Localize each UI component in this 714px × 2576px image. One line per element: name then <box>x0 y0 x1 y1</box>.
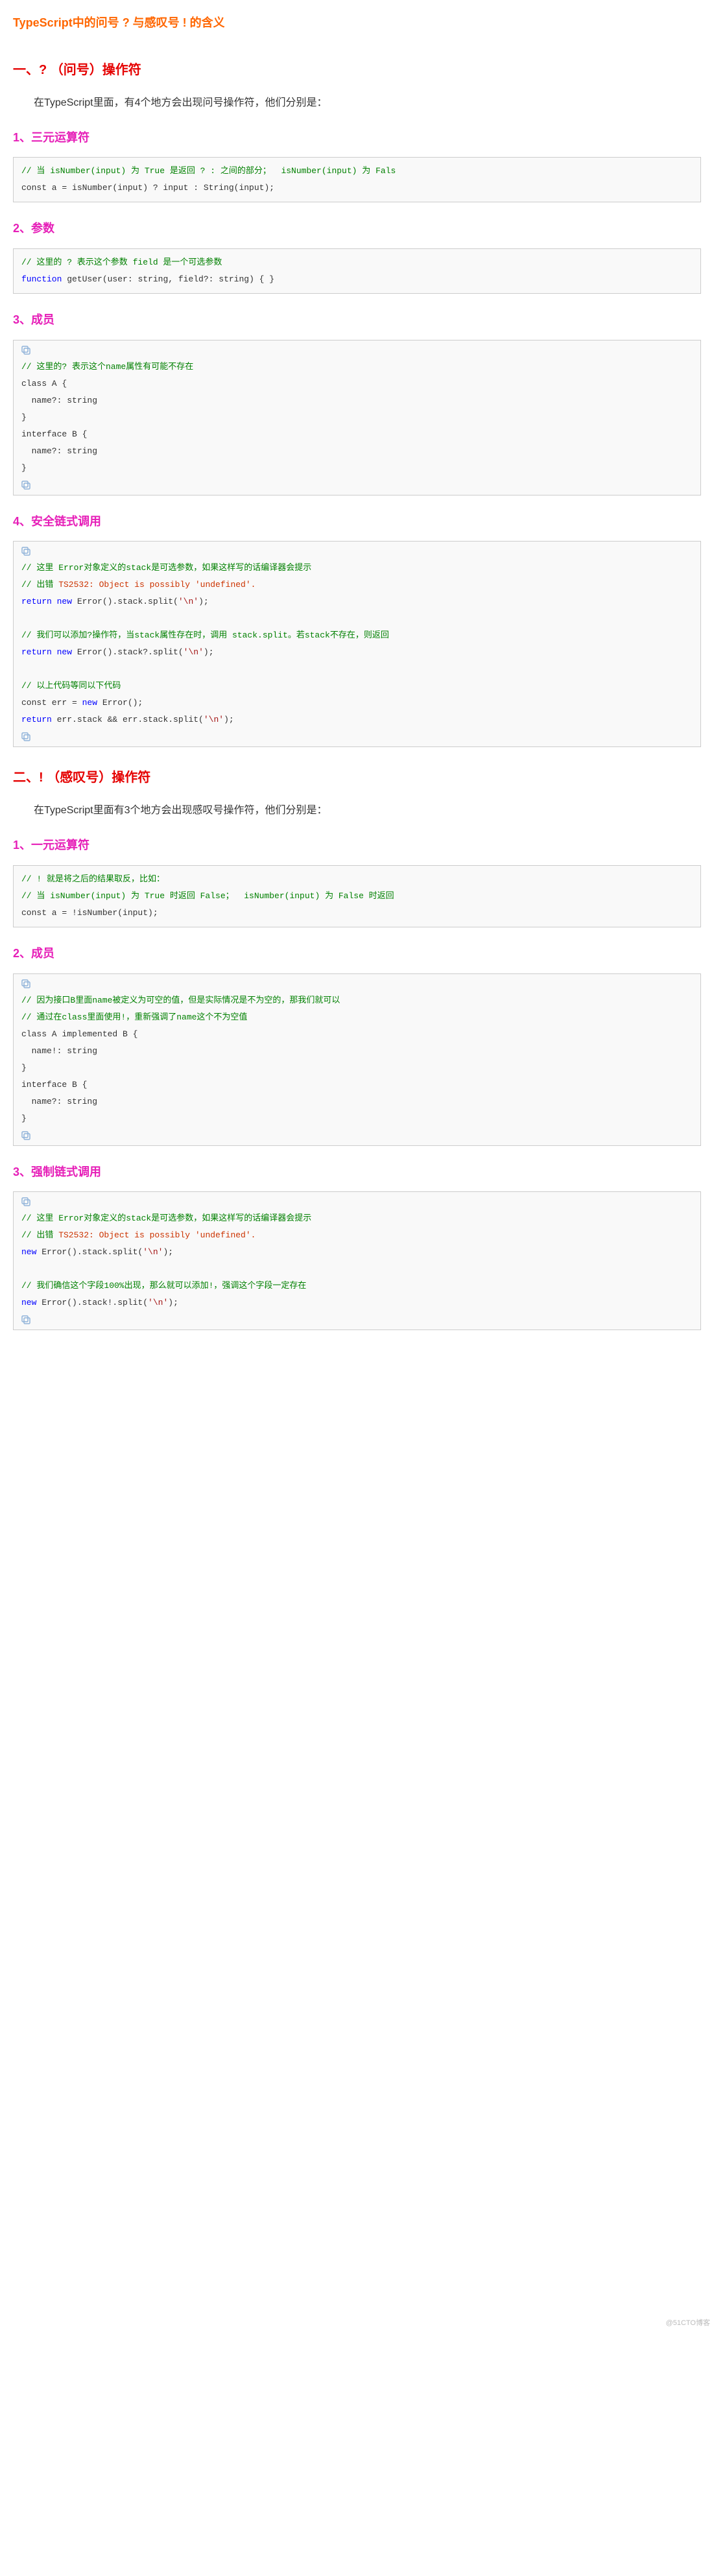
code-keyword: new <box>52 597 72 606</box>
code-text: getUser(user: string, field?: string) { … <box>62 274 274 284</box>
copy-icon[interactable] <box>20 731 32 743</box>
code-line: const a = !isNumber(input); <box>21 905 693 922</box>
code-line: name!: string <box>21 1043 693 1060</box>
sub-1-4-heading: 4、安全链式调用 <box>13 512 701 532</box>
code-text: Error().stack.split( <box>72 597 178 606</box>
sub-1-2-heading: 2、参数 <box>13 219 701 239</box>
code-line: name?: string <box>21 1093 693 1110</box>
copy-icon[interactable] <box>20 1314 32 1326</box>
code-member-bang: // 因为接口B里面name被定义为可空的值，但是实际情况是不为空的，那我们就可… <box>13 973 701 1146</box>
code-comment: // 通过在class里面使用!，重新强调了name这个不为空值 <box>21 1012 247 1022</box>
code-string: '\n' <box>178 597 198 606</box>
code-comment: // 因为接口B里面name被定义为可空的值，但是实际情况是不为空的，那我们就可… <box>21 996 340 1005</box>
copy-icon[interactable] <box>20 1130 32 1141</box>
code-comment: // 我们确信这个字段100%出现，那么就可以添加!，强调这个字段一定存在 <box>21 1281 306 1291</box>
code-keyword: return <box>21 597 52 606</box>
code-keyword: return <box>21 647 52 657</box>
copy-icon[interactable] <box>20 545 32 557</box>
section-1-lead: 在TypeScript里面，有4个地方会出现问号操作符，他们分别是： <box>13 94 701 112</box>
code-text: err.stack && err.stack.split( <box>52 715 204 724</box>
copy-icon[interactable] <box>20 479 32 491</box>
copy-icon[interactable] <box>20 1196 32 1208</box>
sub-1-1-heading: 1、三元运算符 <box>13 128 701 148</box>
code-text: ); <box>198 597 209 606</box>
code-line: name?: string <box>21 392 693 409</box>
sub-2-3-heading: 3、强制链式调用 <box>13 1162 701 1182</box>
code-text: const err = <box>21 698 82 708</box>
code-line: } <box>21 460 693 477</box>
code-text: Error(); <box>97 698 143 708</box>
code-unary: // ! 就是将之后的结果取反，比如： // 当 isNumber(input)… <box>13 865 701 927</box>
code-keyword: new <box>21 1298 36 1307</box>
code-string: '\n' <box>148 1298 168 1307</box>
code-comment: // 这里的? 表示这个name属性有可能不存在 <box>21 362 193 372</box>
code-comment: // 当 isNumber(input) 为 True 是返回 ? : 之间的部… <box>21 166 396 176</box>
code-string: '\n' <box>184 647 204 657</box>
code-ternary: // 当 isNumber(input) 为 True 是返回 ? : 之间的部… <box>13 157 701 202</box>
code-comment: // 这里 Error对象定义的stack是可选参数，如果这样写的话编译器会提示 <box>21 563 311 573</box>
sub-2-2-heading: 2、成员 <box>13 944 701 964</box>
code-error: TS2532: Object is possibly 'undefined'. <box>53 1230 256 1240</box>
code-text: ); <box>204 647 214 657</box>
copy-icon[interactable] <box>20 978 32 990</box>
code-comment: // 我们可以添加?操作符，当stack属性存在时，调用 stack.split… <box>21 630 389 640</box>
code-line: const a = isNumber(input) ? input : Stri… <box>21 180 693 197</box>
code-comment: // 出错 <box>21 1230 53 1240</box>
code-line: } <box>21 409 693 426</box>
code-force-chain: // 这里 Error对象定义的stack是可选参数，如果这样写的话编译器会提示… <box>13 1191 701 1330</box>
code-text: ); <box>224 715 234 724</box>
code-line: } <box>21 1060 693 1077</box>
copy-icon[interactable] <box>20 344 32 356</box>
page-title: TypeScript中的问号 ? 与感叹号 ! 的含义 <box>13 13 701 33</box>
code-line: interface B { <box>21 426 693 443</box>
sub-1-3-heading: 3、成员 <box>13 310 701 330</box>
code-member-q: // 这里的? 表示这个name属性有可能不存在 class A { name?… <box>13 340 701 495</box>
code-text: Error().stack?.split( <box>72 647 184 657</box>
code-keyword: new <box>82 698 97 708</box>
code-comment: // 出错 <box>21 580 53 590</box>
code-text: ); <box>168 1298 178 1307</box>
sub-2-1-heading: 1、一元运算符 <box>13 835 701 855</box>
code-text: ); <box>163 1247 173 1257</box>
code-comment: // 以上代码等同以下代码 <box>21 681 121 691</box>
section-1-heading: 一、? （问号）操作符 <box>13 59 701 81</box>
code-line: interface B { <box>21 1077 693 1093</box>
code-safe-chain: // 这里 Error对象定义的stack是可选参数，如果这样写的话编译器会提示… <box>13 541 701 747</box>
code-comment: // 这里 Error对象定义的stack是可选参数，如果这样写的话编译器会提示 <box>21 1213 311 1223</box>
code-comment: // 这里的 ? 表示这个参数 field 是一个可选参数 <box>21 257 222 267</box>
code-param: // 这里的 ? 表示这个参数 field 是一个可选参数 function g… <box>13 248 701 294</box>
section-2-lead: 在TypeScript里面有3个地方会出现感叹号操作符，他们分别是： <box>13 802 701 819</box>
watermark: @51CTO博客 <box>666 2317 710 2330</box>
code-line: name?: string <box>21 443 693 460</box>
code-line: class A implemented B { <box>21 1026 693 1043</box>
code-keyword: new <box>21 1247 36 1257</box>
code-keyword: return <box>21 715 52 724</box>
code-line: } <box>21 1110 693 1127</box>
code-text: Error().stack.split( <box>36 1247 143 1257</box>
code-comment: // ! 就是将之后的结果取反，比如： <box>21 874 165 884</box>
code-string: '\n' <box>204 715 224 724</box>
code-keyword: function <box>21 274 62 284</box>
code-error: TS2532: Object is possibly 'undefined'. <box>53 580 256 590</box>
code-comment: // 当 isNumber(input) 为 True 时返回 False； i… <box>21 891 394 901</box>
code-line: class A { <box>21 376 693 392</box>
section-2-heading: 二、! （感叹号）操作符 <box>13 767 701 789</box>
code-text: Error().stack!.split( <box>36 1298 148 1307</box>
code-keyword: new <box>52 647 72 657</box>
code-string: '\n' <box>143 1247 163 1257</box>
